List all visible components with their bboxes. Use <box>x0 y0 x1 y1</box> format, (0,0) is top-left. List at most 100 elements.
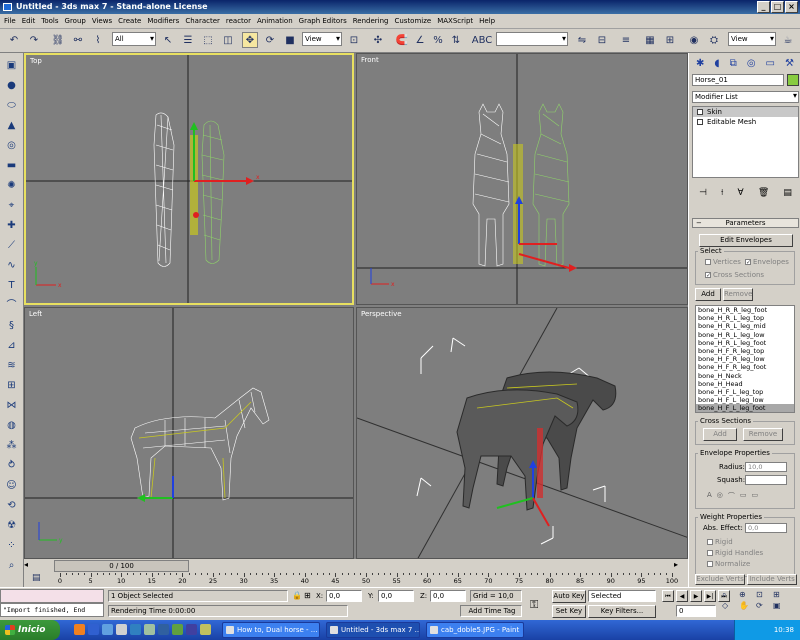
select-and-scale-icon[interactable]: ■ <box>282 32 298 48</box>
list-item[interactable]: bone_H_R_L_leg_mid <box>696 322 794 330</box>
menu-graph-editors[interactable]: Graph Editors <box>299 17 347 25</box>
reactor-icon[interactable]: ☢ <box>4 519 19 533</box>
play-icon[interactable]: ▶ <box>690 590 702 602</box>
unlink-icon[interactable]: ⚯ <box>70 32 86 48</box>
create-torus-icon[interactable]: ◎ <box>4 139 19 153</box>
mirror-icon[interactable]: ⇋ <box>574 32 590 48</box>
envelope-visible-icon[interactable]: ◎ <box>717 491 723 501</box>
rigid-handles-checkbox[interactable]: Rigid Handles <box>707 549 763 557</box>
go-to-start-icon[interactable]: ⏮ <box>662 590 674 602</box>
expand-icon[interactable] <box>697 119 703 125</box>
abs-effect-spinner[interactable]: 0,0 <box>745 523 787 533</box>
paste-envelope-icon[interactable]: ▭ <box>752 491 759 501</box>
modifier-list-dropdown[interactable]: Modifier List <box>692 91 799 103</box>
select-object-icon[interactable]: ↖ <box>160 32 176 48</box>
exclude-verts-button[interactable]: Exclude Verts <box>695 574 745 585</box>
list-item[interactable]: bone_H_F_R_leg_top <box>696 347 794 355</box>
rigid-checkbox[interactable]: Rigid <box>707 538 733 546</box>
maximize-viewport-icon[interactable]: ▣ <box>773 601 789 610</box>
remove-bone-button[interactable]: Remove <box>723 288 753 301</box>
create-text-icon[interactable]: T <box>4 279 19 293</box>
modifier-meshsmooth-icon[interactable]: ◍ <box>4 419 19 433</box>
modifier-ffd-icon[interactable]: ⊞ <box>4 379 19 393</box>
time-slider-right-arrow[interactable]: ▸ <box>674 560 678 569</box>
snaps-toggle-icon[interactable]: 🧲 <box>394 32 410 48</box>
cross-section-remove-button[interactable]: Remove <box>743 428 783 441</box>
utilities-tab-icon[interactable]: ⚒ <box>785 58 794 69</box>
ie-quicklaunch-icon[interactable] <box>88 624 99 635</box>
maxscript-listener[interactable]: "Import finished, End <box>0 603 104 617</box>
curve-editor-icon[interactable]: ▦ <box>642 32 658 48</box>
squash-spinner[interactable] <box>745 475 787 485</box>
list-item[interactable]: bone_H_R_L_leg_low <box>696 331 794 339</box>
object-color-swatch[interactable] <box>787 74 799 86</box>
list-item[interactable]: bone_H_F_L_leg_low <box>696 396 794 404</box>
absolute-relative-icon[interactable]: A <box>707 491 712 501</box>
taskbar-item-3dsmax[interactable]: Untitled - 3ds max 7 ... <box>326 622 420 638</box>
menu-animation[interactable]: Animation <box>257 17 293 25</box>
absolute-mode-icon[interactable]: ⊞ <box>304 591 311 600</box>
add-time-tag-button[interactable]: Add Time Tag <box>460 605 522 617</box>
pan-icon[interactable]: ✋ <box>739 601 755 610</box>
track-bar-menu-icon[interactable]: ▤ <box>32 573 41 583</box>
menu-maxscript[interactable]: MAXScript <box>437 17 473 25</box>
display-tab-icon[interactable]: ▭ <box>766 58 775 69</box>
viewport-front[interactable]: Front x <box>356 53 688 305</box>
remove-modifier-icon[interactable]: 🗑 <box>758 188 769 202</box>
schematic-view-icon[interactable]: ⊞ <box>662 32 678 48</box>
spinner-snap-icon[interactable]: ⇅ <box>448 32 464 48</box>
zoom-all-icon[interactable]: ⊕ <box>739 590 755 600</box>
undo-icon[interactable]: ↶ <box>6 32 22 48</box>
show-end-result-icon[interactable]: ⟊ <box>721 188 723 202</box>
menu-views[interactable]: Views <box>92 17 112 25</box>
quick-render-icon[interactable]: ☕ <box>780 32 796 48</box>
include-verts-button[interactable]: Include Verts <box>747 574 797 585</box>
firefox-quicklaunch-icon[interactable] <box>74 624 85 635</box>
list-item[interactable]: bone_H_F_R_leg_low <box>696 355 794 363</box>
key-icon[interactable]: ⚿ <box>530 598 538 612</box>
create-camera-icon[interactable]: ⌖ <box>4 199 19 213</box>
list-item-selected[interactable]: bone_H_F_L_leg_foot <box>696 404 794 412</box>
maxscript-listener-top[interactable] <box>0 589 104 603</box>
menu-edit[interactable]: Edit <box>22 17 36 25</box>
create-cone-icon[interactable]: ▲ <box>4 119 19 133</box>
key-mode-dropdown[interactable]: Selected <box>588 590 656 602</box>
add-bone-button[interactable]: Add <box>695 288 721 301</box>
use-pivot-center-icon[interactable]: ⊡ <box>346 32 362 48</box>
menu-customize[interactable]: Customize <box>394 17 431 25</box>
particle-system-icon[interactable]: ⁂ <box>4 439 19 453</box>
percent-snap-icon[interactable]: % <box>430 32 446 48</box>
zoom-extents-icon[interactable]: ⊡ <box>756 590 772 600</box>
cross-section-add-button[interactable]: Add <box>703 428 737 441</box>
menu-help[interactable]: Help <box>479 17 495 25</box>
hierarchy-tab-icon[interactable]: ⧉ <box>730 58 737 69</box>
minimize-button[interactable]: _ <box>757 1 770 13</box>
render-view-dropdown[interactable]: View <box>728 32 776 46</box>
lock-selection-icon[interactable]: 🔒 <box>292 591 302 600</box>
edit-envelopes-button[interactable]: Edit Envelopes <box>699 234 793 247</box>
photoshop-quicklaunch-icon[interactable] <box>172 624 183 635</box>
reference-coordinate-dropdown[interactable]: View <box>302 32 342 46</box>
desktop-quicklaunch-icon[interactable] <box>116 624 127 635</box>
create-spline-icon[interactable]: ∿ <box>4 259 19 273</box>
list-item[interactable]: bone_H_R_L_leg_foot <box>696 339 794 347</box>
redo-icon[interactable]: ↷ <box>26 32 42 48</box>
edit-named-selection-icon[interactable]: ABC <box>472 32 493 48</box>
taskbar-item-paint[interactable]: cab_doble5.JPG - Paint <box>426 622 524 638</box>
bulb-icon[interactable] <box>697 109 703 115</box>
parameters-rollout-header[interactable]: Parameters <box>692 218 799 228</box>
object-name-field[interactable]: Horse_01 <box>692 74 784 86</box>
next-frame-icon[interactable]: ▶| <box>704 590 716 602</box>
previous-frame-icon[interactable]: ◀ <box>676 590 688 602</box>
list-item[interactable]: bone_H_Neck <box>696 372 794 380</box>
set-key-button[interactable]: Set Key <box>552 605 586 618</box>
zoom-extents-icon[interactable]: ⌕ <box>4 559 19 573</box>
select-and-rotate-icon[interactable]: ⟳ <box>262 32 278 48</box>
track-bar[interactable]: 0 5 10 15 20 25 30 35 40 45 50 55 60 65 70 75 80 85 90 95 10… <box>58 573 678 585</box>
x-coordinate-field[interactable]: 0,0 <box>326 590 362 602</box>
current-frame-field[interactable]: 0 <box>676 605 716 617</box>
zoom-extents-all-icon[interactable]: ⊞ <box>773 590 789 600</box>
selection-filter-dropdown[interactable]: All <box>112 32 156 46</box>
bind-space-warp-icon[interactable]: ⌇ <box>90 32 106 48</box>
modifier-taper-icon[interactable]: ⊿ <box>4 339 19 353</box>
